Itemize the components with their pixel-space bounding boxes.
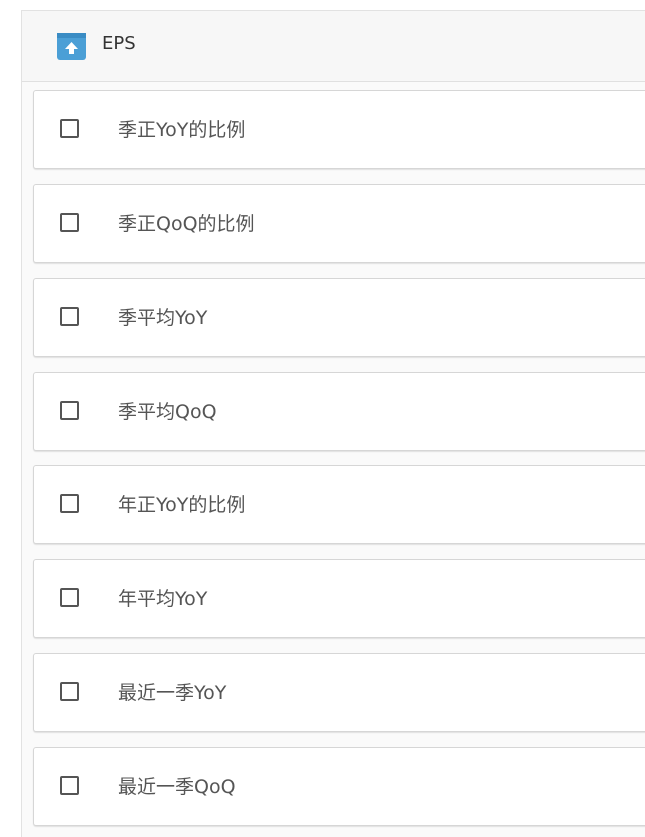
option-label: 最近一季QoQ [118,776,236,798]
option-item[interactable]: 年正YoY的比例 [33,465,645,544]
option-item[interactable]: 最近一季QoQ [33,747,645,826]
checkbox[interactable] [60,119,79,138]
option-label: 季正QoQ的比例 [118,213,255,235]
checkbox[interactable] [60,213,79,232]
option-item[interactable]: 季平均YoY [33,278,645,357]
checkbox[interactable] [60,682,79,701]
panel-header[interactable]: EPS [22,11,645,82]
option-label: 年正YoY的比例 [118,494,246,516]
eps-panel: EPS 季正YoY的比例 季正QoQ的比例 季平均YoY 季平均QoQ 年正Yo… [21,10,645,837]
option-item[interactable]: 年平均YoY [33,559,645,638]
option-label: 季正YoY的比例 [118,119,246,141]
checkbox[interactable] [60,494,79,513]
option-label: 年平均YoY [118,588,208,610]
collapse-up-icon[interactable] [57,33,86,60]
option-label: 最近一季YoY [118,682,227,704]
option-item[interactable]: 季平均QoQ [33,372,645,451]
checkbox[interactable] [60,588,79,607]
checkbox[interactable] [60,401,79,420]
option-item[interactable]: 最近一季YoY [33,653,645,732]
option-item[interactable]: 季正QoQ的比例 [33,184,645,263]
panel-title: EPS [102,33,136,54]
checkbox[interactable] [60,776,79,795]
page: EPS 季正YoY的比例 季正QoQ的比例 季平均YoY 季平均QoQ 年正Yo… [0,0,645,837]
option-label: 季平均YoY [118,307,208,329]
checkbox[interactable] [60,307,79,326]
option-label: 季平均QoQ [118,401,217,423]
option-item[interactable]: 季正YoY的比例 [33,90,645,169]
